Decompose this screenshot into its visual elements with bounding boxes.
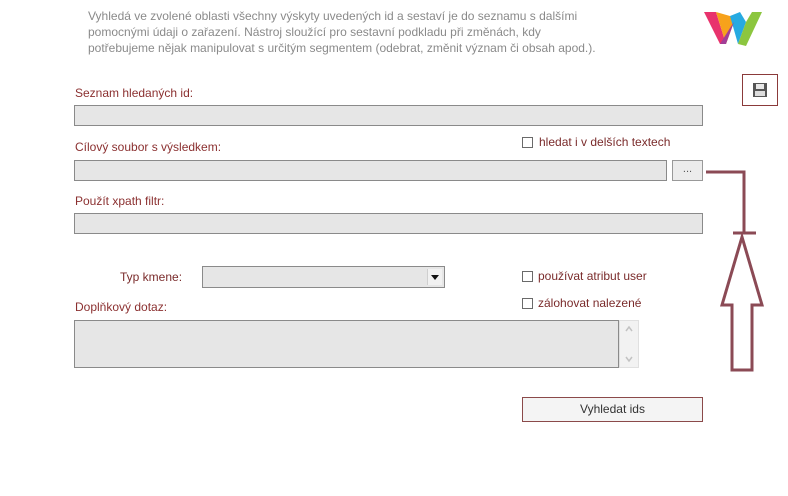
xpath-field[interactable] [74,213,703,234]
chevron-down-icon[interactable] [427,269,442,285]
hledat-checkbox[interactable] [522,137,533,148]
typ-kmene-label: Typ kmene: [120,270,183,284]
zalohovat-label: zálohovat nalezené [538,296,642,310]
zalohovat-checkbox[interactable] [522,298,533,309]
save-button[interactable] [742,74,778,106]
doplnkovy-label: Doplňkový dotaz: [75,300,168,314]
browse-button[interactable]: ... [672,160,703,181]
typ-kmene-select[interactable] [202,266,445,288]
cilovy-label: Cílový soubor s výsledkem: [75,140,222,154]
description-line-1: Vyhledá ve zvolené oblasti všechny výsky… [88,9,578,23]
seznam-label: Seznam hledaných id: [75,86,194,100]
seznam-field[interactable] [74,105,703,126]
tool-description: Vyhledá ve zvolené oblasti všechny výsky… [88,8,688,56]
w-logo-icon [702,8,764,48]
atribut-checkbox[interactable] [522,271,533,282]
doplnkovy-textarea[interactable] [74,320,619,368]
textarea-scrollbar[interactable] [619,320,639,368]
description-line-2: pomocnými údaji o zařazení. Nástroj slou… [88,25,541,39]
hledat-label: hledat i v delších textech [539,135,671,149]
atribut-label: používat atribut user [538,269,647,283]
scroll-up-icon [625,325,633,332]
scroll-down-icon [625,356,633,363]
floppy-disk-icon [753,83,767,97]
arrow-annotation [706,170,765,372]
description-line-3: potřebujeme nějak manipulovat s určitým … [88,41,596,55]
xpath-label: Použít xpath filtr: [75,194,165,208]
vyhledat-button[interactable]: Vyhledat ids [522,397,703,422]
cilovy-field[interactable] [74,160,667,181]
